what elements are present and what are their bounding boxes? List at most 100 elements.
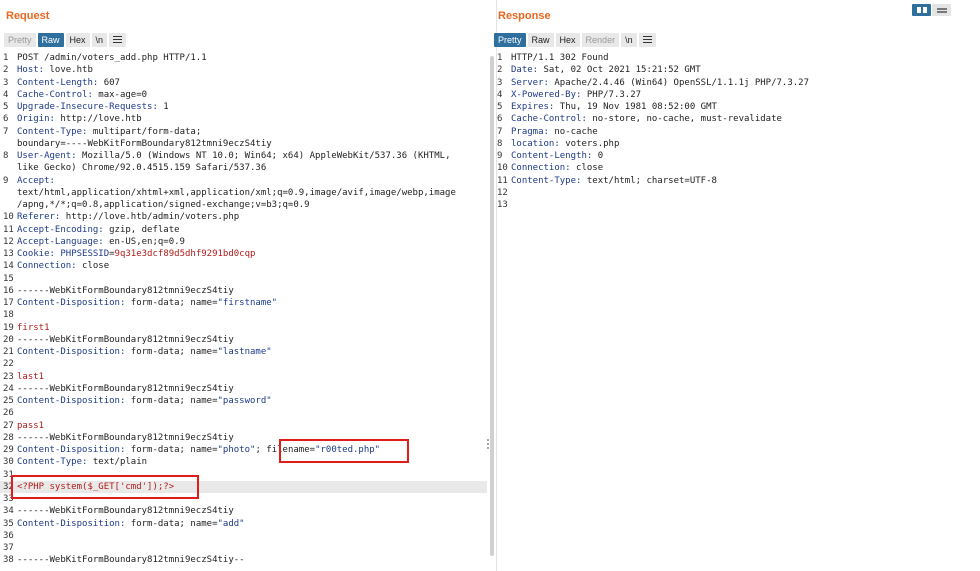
code-line[interactable]: 4 X-Powered-By: PHP/7.3.27 <box>494 89 809 101</box>
code-line[interactable]: 7 Pragma: no-cache <box>494 126 809 138</box>
code-line[interactable]: 24 ------WebKitFormBoundary812tmni9eczS4t… <box>0 383 487 395</box>
code-line[interactable]: 3 Server: Apache/2.4.46 (Win64) OpenSSL/1… <box>494 77 809 89</box>
code-token: Host: <box>17 65 45 76</box>
code-line[interactable]: 16 ------WebKitFormBoundary812tmni9eczS4t… <box>0 285 487 297</box>
line-content: Referer: http://love.htb/admin/voters.ph… <box>17 211 239 223</box>
code-line[interactable]: 15 <box>0 273 487 285</box>
response-tab-pretty[interactable]: Pretty <box>494 33 526 47</box>
code-line[interactable]: 10 Connection: close <box>494 162 809 174</box>
layout-toggle-stacked-button[interactable] <box>932 4 951 16</box>
code-token: last1 <box>17 371 45 382</box>
code-token: Content-Length: <box>17 77 99 88</box>
code-line[interactable]: 12 <box>494 187 809 199</box>
code-line[interactable]: 4 Cache-Control: max-age=0 <box>0 89 487 101</box>
line-number: 10 <box>497 163 508 174</box>
response-menu-button[interactable] <box>638 33 656 47</box>
code-line[interactable]: 38 ------WebKitFormBoundary812tmni9eczS4t… <box>0 554 487 566</box>
code-line[interactable]: boundary=----WebKitFormBoundary812tmni9e… <box>0 138 487 150</box>
line-number: 9 <box>3 175 9 186</box>
line-content: ------WebKitFormBoundary812tmni9eczS4tiy <box>17 505 234 517</box>
line-number: 12 <box>3 236 14 247</box>
line-number: 11 <box>3 224 14 235</box>
line-number: 15 <box>3 273 14 284</box>
code-token: PHP/7.3.27 <box>581 89 642 100</box>
line-content: like Gecko) Chrome/92.0.4515.159 Safari/… <box>17 162 266 174</box>
code-line[interactable]: 19 first1 <box>0 322 487 334</box>
response-tab-n[interactable]: \n <box>621 33 637 47</box>
code-line[interactable]: 25 Content-Disposition: form-data; name="… <box>0 395 487 407</box>
code-line[interactable]: 6 Cache-Control: no-store, no-cache, must… <box>494 113 809 125</box>
line-content: pass1 <box>17 420 44 432</box>
code-line[interactable]: 21 Content-Disposition: form-data; name="… <box>0 346 487 358</box>
request-tab-pretty[interactable]: Pretty <box>4 33 36 47</box>
code-line[interactable]: like Gecko) Chrome/92.0.4515.159 Safari/… <box>0 162 487 174</box>
code-line[interactable]: 37 <box>0 542 487 554</box>
code-line[interactable]: 18 <box>0 309 487 321</box>
code-line[interactable]: 13 Cookie: PHPSESSID=9q31e3dcf89d5dhf9291… <box>0 248 487 260</box>
code-line[interactable]: 23 last1 <box>0 371 487 383</box>
code-line[interactable]: 20 ------WebKitFormBoundary812tmni9eczS4t… <box>0 334 487 346</box>
code-line[interactable]: 36 <box>0 530 487 542</box>
code-line[interactable]: 28 ------WebKitFormBoundary812tmni9eczS4t… <box>0 432 487 444</box>
more-options-icon[interactable] <box>486 438 490 452</box>
request-tab-hex[interactable]: Hex <box>65 33 90 47</box>
code-token: /apng,*/*;q=0.8,application/signed-excha… <box>17 200 310 210</box>
code-token: Connection: <box>511 163 571 174</box>
code-token: first1 <box>17 322 50 333</box>
code-line[interactable]: 34 ------WebKitFormBoundary812tmni9eczS4t… <box>0 505 487 517</box>
code-token: http://love.htb/admin/voters.php <box>60 212 240 223</box>
code-line[interactable]: 9 Accept: <box>0 175 487 187</box>
code-line[interactable]: 5 Upgrade-Insecure-Requests: 1 <box>0 101 487 113</box>
line-number: 11 <box>497 175 508 186</box>
code-token: ------WebKitFormBoundary812tmni9eczS4tiy <box>17 432 234 443</box>
code-line[interactable]: 35 Content-Disposition: form-data; name="… <box>0 518 487 530</box>
code-line[interactable]: 29 Content-Disposition: form-data; name="… <box>0 444 487 456</box>
code-line[interactable]: 6 Origin: http://love.htb <box>0 113 487 125</box>
response-editor[interactable]: 1 HTTP/1.1 302 Found 2 Date: Sat, 02 Oct 20… <box>494 52 809 211</box>
code-line[interactable]: 10 Referer: http://love.htb/admin/voters.… <box>0 211 487 223</box>
code-token: Date: <box>511 65 539 76</box>
code-line[interactable]: 3 Content-Length: 607 <box>0 77 487 89</box>
code-line[interactable]: 7 Content-Type: multipart/form-data; <box>0 126 487 138</box>
code-line[interactable]: 5 Expires: Thu, 19 Nov 1981 08:52:00 GMT <box>494 101 809 113</box>
code-line[interactable]: 1 HTTP/1.1 302 Found <box>494 52 809 64</box>
response-tab-render[interactable]: Render <box>581 33 620 47</box>
code-line[interactable]: 30 Content-Type: text/plain <box>0 456 487 468</box>
code-line[interactable]: 11 Content-Type: text/html; charset=UTF-8 <box>494 175 809 187</box>
line-content: Content-Length: 607 <box>17 77 120 89</box>
code-line[interactable]: 1 POST /admin/voters_add.php HTTP/1.1 <box>0 52 487 64</box>
code-line[interactable]: text/html,application/xhtml+xml,applicat… <box>0 187 487 199</box>
code-line[interactable]: 11 Accept-Encoding: gzip, deflate <box>0 224 487 236</box>
line-content: ------WebKitFormBoundary812tmni9eczS4tiy <box>17 432 234 444</box>
code-line[interactable]: /apng,*/*;q=0.8,application/signed-excha… <box>0 199 487 211</box>
line-content: text/html,application/xhtml+xml,applicat… <box>17 187 456 199</box>
code-line[interactable]: 2 Date: Sat, 02 Oct 2021 15:21:52 GMT <box>494 64 809 76</box>
layout-toggle-split-button[interactable] <box>912 4 931 16</box>
code-token: ------WebKitFormBoundary812tmni9eczS4tiy <box>17 383 234 394</box>
line-content: Server: Apache/2.4.46 (Win64) OpenSSL/1.… <box>511 77 809 89</box>
line-number: 6 <box>497 114 503 125</box>
code-line[interactable]: 9 Content-Length: 0 <box>494 150 809 162</box>
code-token: HTTP/1.1 302 Found <box>511 53 609 63</box>
code-line[interactable]: 27 pass1 <box>0 420 487 432</box>
response-tab-hex[interactable]: Hex <box>555 33 580 47</box>
code-line[interactable]: 2 Host: love.htb <box>0 64 487 76</box>
code-line[interactable]: 17 Content-Disposition: form-data; name="… <box>0 297 487 309</box>
code-line[interactable]: 14 Connection: close <box>0 260 487 272</box>
code-line[interactable]: 22 <box>0 358 487 370</box>
line-content: last1 <box>17 371 44 383</box>
response-tab-raw[interactable]: Raw <box>527 33 554 47</box>
code-line[interactable]: 26 <box>0 407 487 419</box>
line-content: Cookie: PHPSESSID=9q31e3dcf89d5dhf9291bd… <box>17 248 255 260</box>
code-line[interactable]: 8 location: voters.php <box>494 138 809 150</box>
code-line[interactable]: 13 <box>494 199 809 211</box>
code-line[interactable]: 8 User-Agent: Mozilla/5.0 (Windows NT 10.… <box>0 150 487 162</box>
request-tab-n[interactable]: \n <box>91 33 108 47</box>
code-token: Content-Disposition: <box>17 518 126 529</box>
request-menu-button[interactable] <box>109 33 127 47</box>
request-tab-raw[interactable]: Raw <box>37 33 64 47</box>
code-token: "firstname" <box>217 298 278 308</box>
code-line[interactable]: 12 Accept-Language: en-US,en;q=0.9 <box>0 236 487 248</box>
line-content: Origin: http://love.htb <box>17 113 142 125</box>
code-token: form-data; name= <box>125 518 218 529</box>
